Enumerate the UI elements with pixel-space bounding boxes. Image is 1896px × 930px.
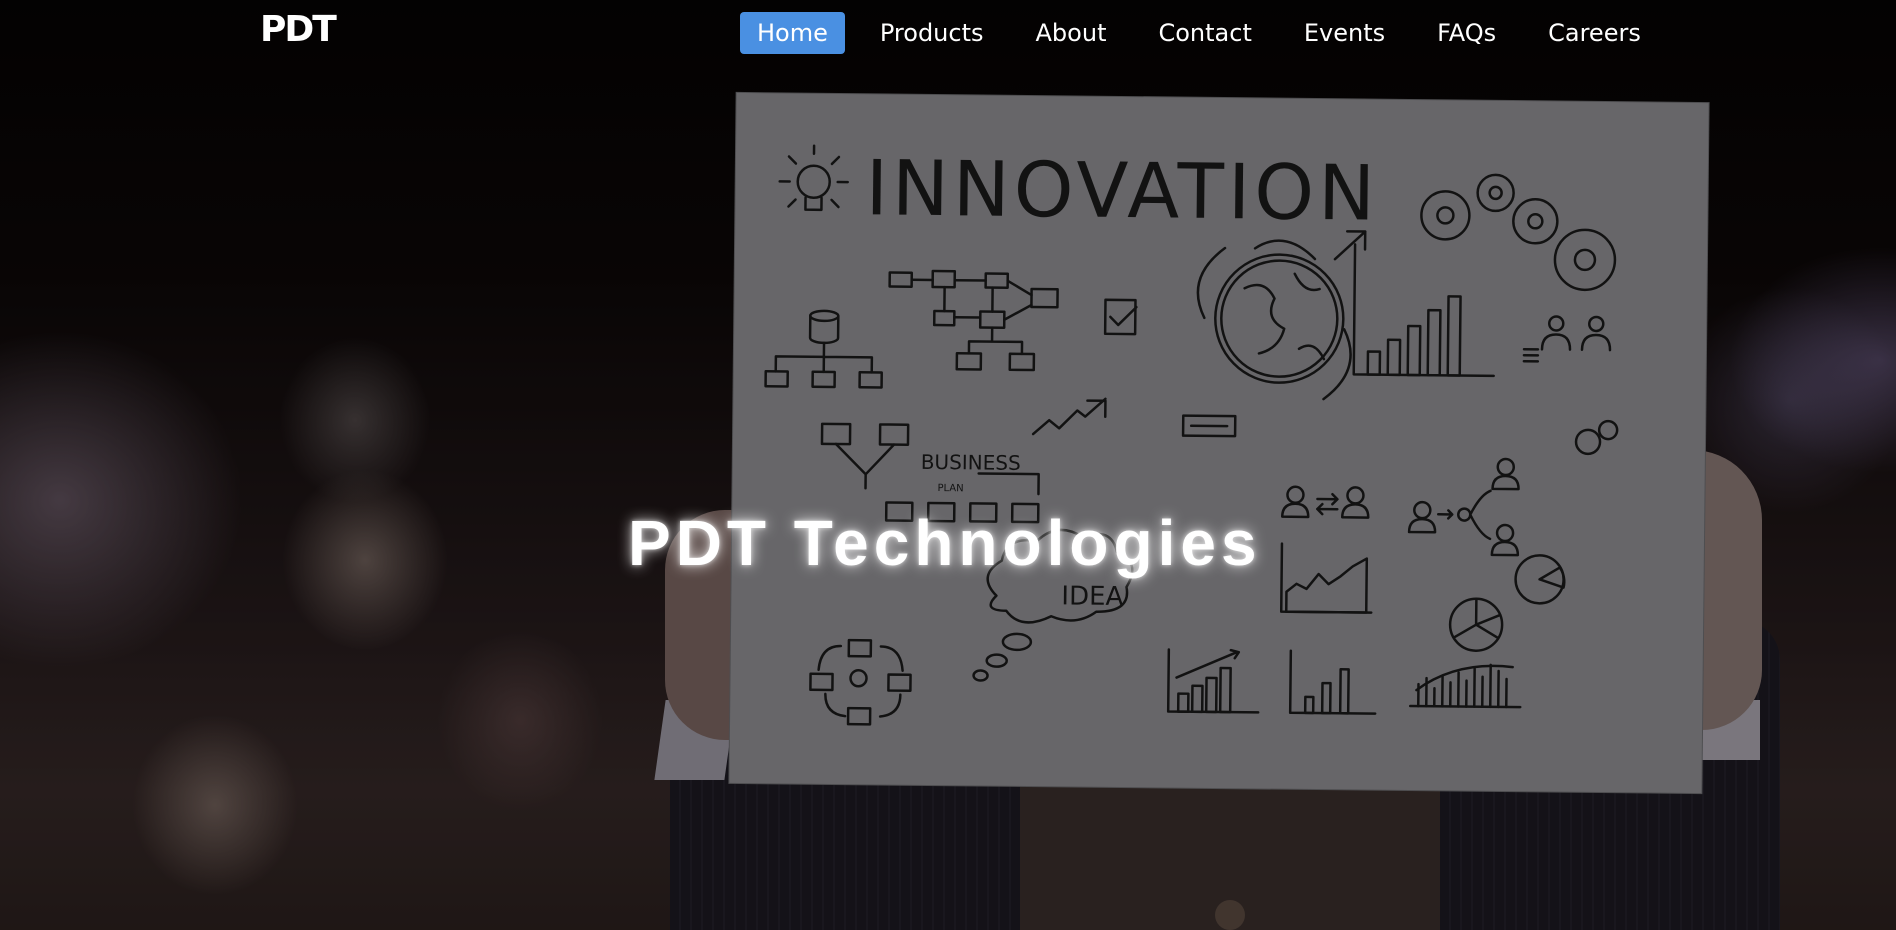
nav-menu: Home Products About Contact Events FAQs … xyxy=(740,12,1676,54)
pdt-logo[interactable]: PDT xyxy=(260,12,337,48)
nav-item-contact[interactable]: Contact xyxy=(1141,12,1268,54)
nav-item-about[interactable]: About xyxy=(1019,12,1124,54)
nav-item-faqs[interactable]: FAQs xyxy=(1420,12,1513,54)
nav-item-products[interactable]: Products xyxy=(863,12,1001,54)
hero-section: INNOVATION BUSINESS PLAN IDEA PDT Home P… xyxy=(0,0,1896,930)
top-navbar: PDT Home Products About Contact Events F… xyxy=(0,0,1896,70)
hero-dim-overlay xyxy=(0,0,1896,930)
nav-item-events[interactable]: Events xyxy=(1287,12,1402,54)
hero-title: PDT Technologies xyxy=(628,506,1262,579)
nav-item-careers[interactable]: Careers xyxy=(1531,12,1658,54)
nav-item-home[interactable]: Home xyxy=(740,12,845,54)
